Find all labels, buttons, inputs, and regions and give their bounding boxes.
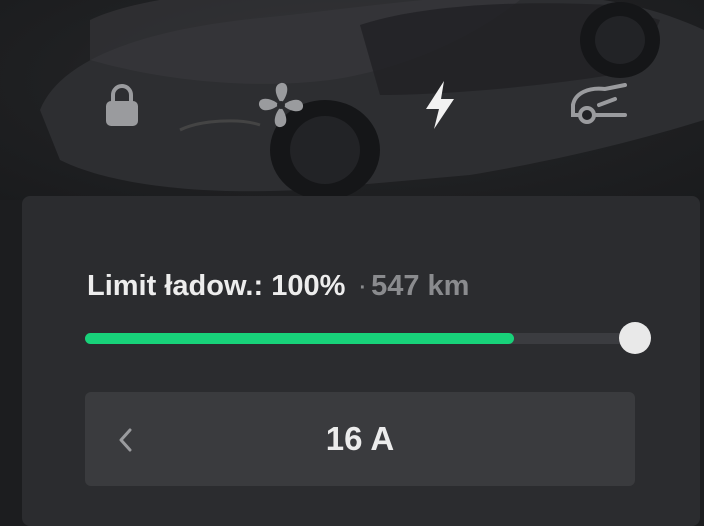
control-icon-bar xyxy=(0,70,704,140)
fan-icon xyxy=(258,82,304,128)
amperage-value: 16 A xyxy=(325,420,395,457)
charge-limit-percent: 100% xyxy=(271,270,346,302)
vehicle-image xyxy=(0,0,704,200)
charging-button[interactable] xyxy=(400,70,480,140)
lock-icon xyxy=(106,84,138,126)
estimated-range: 547 km xyxy=(371,270,470,302)
charge-limit-title: Limit ładow.: xyxy=(87,270,264,302)
climate-button[interactable] xyxy=(241,70,321,140)
decrease-amperage-button[interactable] xyxy=(110,418,140,462)
separator-dot: · xyxy=(357,270,368,302)
charge-limit-slider-fill xyxy=(85,333,514,344)
charge-limit-label: Limit ładow.: 100% · 547 km xyxy=(87,266,469,306)
lock-button[interactable] xyxy=(82,70,162,140)
charge-limit-slider[interactable] xyxy=(85,333,635,344)
charge-limit-slider-thumb[interactable] xyxy=(619,322,651,354)
car-trunk-icon xyxy=(571,83,627,124)
chevron-left-icon xyxy=(119,428,132,452)
trunk-button[interactable] xyxy=(559,70,639,140)
lightning-icon xyxy=(426,81,454,129)
